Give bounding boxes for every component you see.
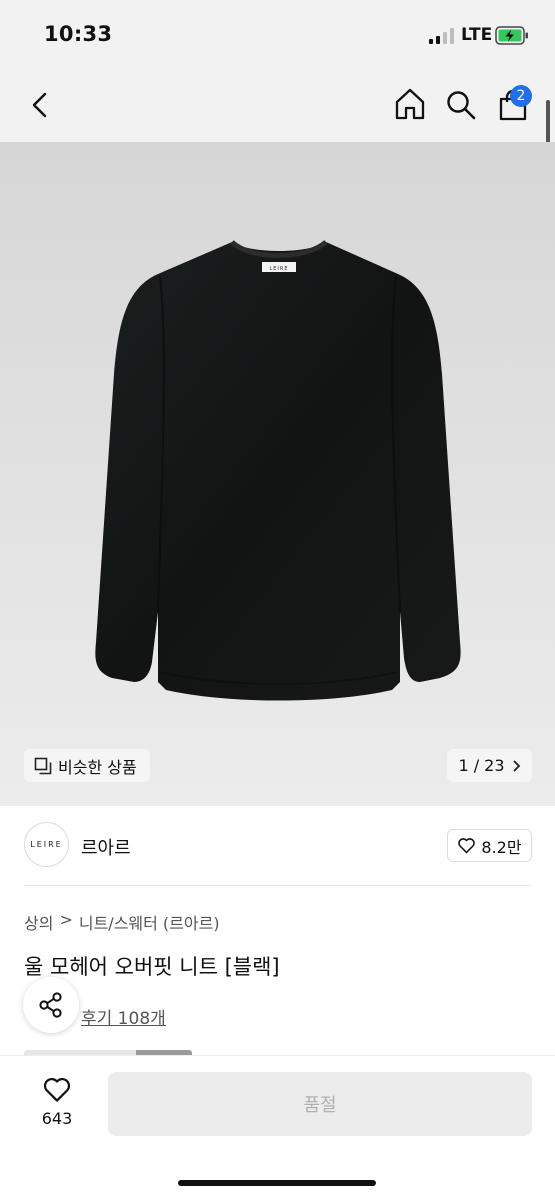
similar-products-label: 비슷한 상품 xyxy=(58,757,137,777)
breadcrumb-separator: > xyxy=(59,910,73,929)
home-icon[interactable] xyxy=(393,87,427,121)
search-icon[interactable] xyxy=(445,89,477,121)
bottom-action-bar: 643 품절 xyxy=(0,1055,555,1200)
image-counter-text: 1 / 23 xyxy=(458,756,505,775)
status-time: 10:33 xyxy=(44,22,113,46)
brand-name[interactable]: 르아르 xyxy=(81,834,131,860)
brand-like-count: 8.2만 xyxy=(481,837,522,857)
soldout-button[interactable]: 품절 xyxy=(108,1072,532,1136)
reviews-link[interactable]: 후기 108개 xyxy=(81,1004,166,1029)
brand-logo-text: LEIRE xyxy=(30,840,63,849)
status-bar: 10:33 LTE xyxy=(0,0,555,70)
battery-charging-icon xyxy=(495,26,528,45)
heart-outline-icon xyxy=(43,1077,71,1102)
top-nav-bar xyxy=(0,70,555,142)
cellular-signal-icon xyxy=(429,28,454,44)
breadcrumb-subcategory[interactable]: 니트/스웨터 (르아르) xyxy=(79,910,220,934)
home-indicator[interactable] xyxy=(178,1180,376,1186)
share-icon xyxy=(39,992,62,1018)
soldout-label: 품절 xyxy=(303,1095,337,1116)
product-image-sweater: LEIRE xyxy=(0,142,555,806)
breadcrumb-category[interactable]: 상의 xyxy=(24,910,53,934)
product-image-carousel[interactable]: LEIRE 비슷한 상품 1 / 23 xyxy=(0,142,555,806)
cart-count-badge: 2 xyxy=(510,85,532,107)
breadcrumb: 상의 > 니트/스웨터 (르아르) xyxy=(24,910,220,934)
wishlist-button[interactable]: 643 xyxy=(27,1076,87,1136)
product-title: 울 모헤어 오버핏 니트 [블랙] xyxy=(24,955,280,979)
brand-logo[interactable]: LEIRE xyxy=(24,822,69,867)
chevron-left-icon[interactable] xyxy=(30,91,50,119)
brand-row: LEIRE 르아르 8.2만 xyxy=(0,806,555,886)
divider xyxy=(24,885,531,886)
heart-outline-icon xyxy=(458,838,476,854)
chevron-right-icon xyxy=(513,760,520,771)
image-counter[interactable]: 1 / 23 xyxy=(447,749,532,782)
garment-label-text: LEIRE xyxy=(269,266,288,272)
brand-like-button[interactable]: 8.2만 xyxy=(447,829,532,862)
wishlist-count: 643 xyxy=(41,1109,73,1128)
network-label: LTE xyxy=(461,25,493,45)
share-button[interactable] xyxy=(23,977,79,1033)
copy-icon xyxy=(34,757,52,774)
similar-products-button[interactable]: 비슷한 상품 xyxy=(24,749,150,782)
